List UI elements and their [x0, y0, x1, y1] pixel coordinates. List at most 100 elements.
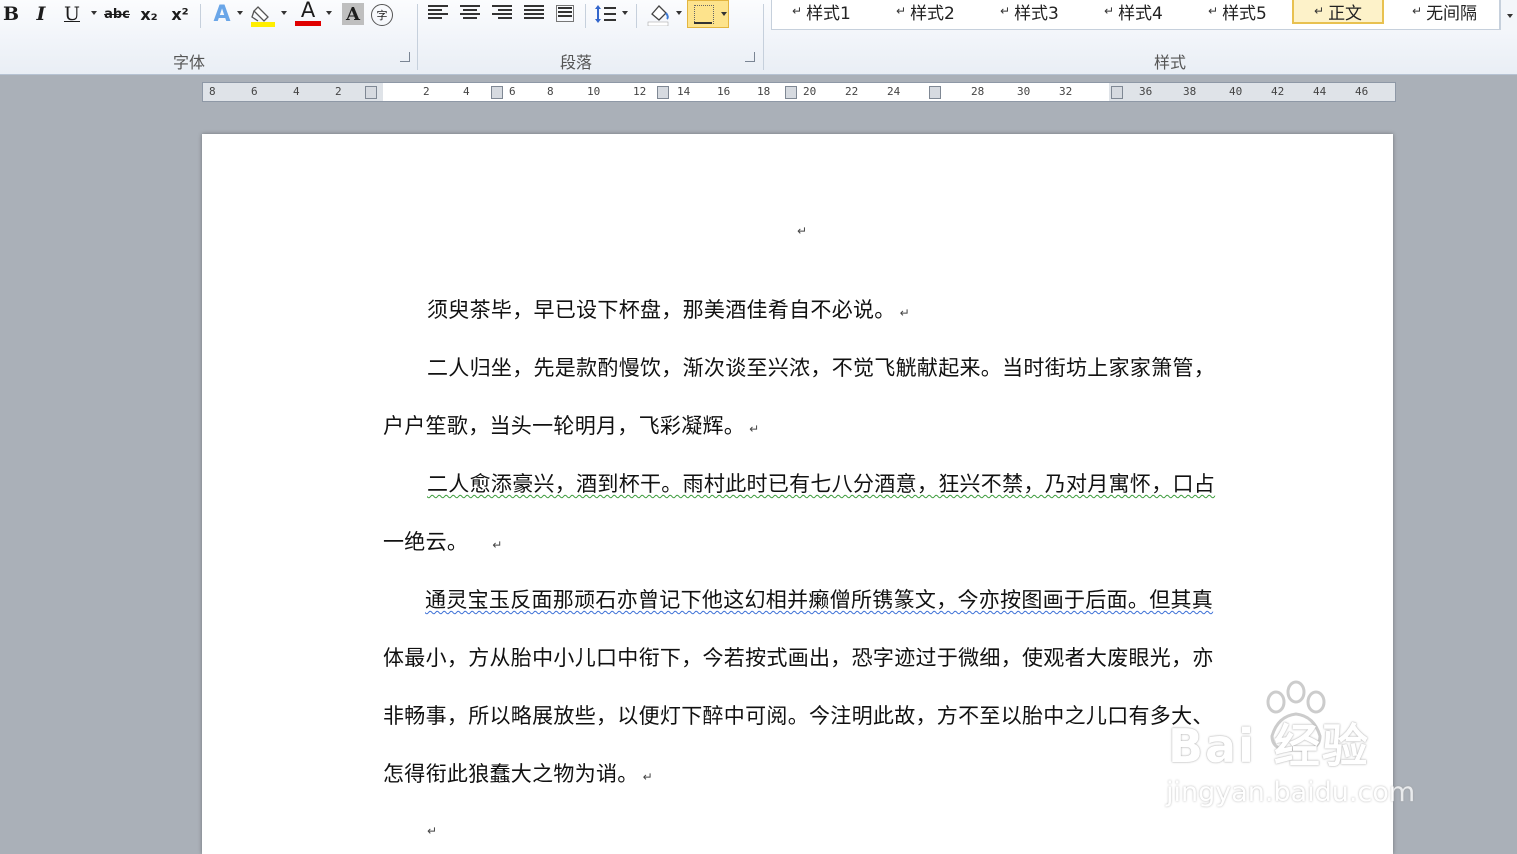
- ruler-number: 28: [971, 85, 985, 98]
- text-line[interactable]: 体最小，方从胎中小儿口中衔下，今若按式画出，恐字迹过于微细，使观者大废眼光，亦: [383, 642, 1214, 672]
- ruler-column-marker[interactable]: [491, 86, 503, 99]
- font-color-letter: A: [300, 0, 316, 22]
- bold-button[interactable]: B: [2, 2, 20, 26]
- text-line[interactable]: 二人愈添豪兴，酒到杯干。雨村此时已有七八分酒意，狂兴不禁，乃对月寓怀，口占: [427, 468, 1215, 498]
- enclose-char-button[interactable]: 字: [371, 4, 393, 26]
- text-effects-button[interactable]: A: [210, 2, 234, 27]
- pilcrow-icon: ↵: [1104, 4, 1115, 18]
- watermark-url: jingyan.baidu.com: [1166, 777, 1416, 808]
- ruler-number: 42: [1271, 85, 1285, 98]
- ruler-number: 32: [1059, 85, 1073, 98]
- text-line-content: 怎得衔此狼蠢大之物为诮。: [383, 762, 639, 786]
- underline-button[interactable]: U: [62, 2, 82, 26]
- divider: [417, 4, 418, 70]
- horizontal-ruler[interactable]: 8 6 4 2 2 4 6 8 10 12 14 16 18 20 22 24 …: [202, 82, 1396, 102]
- highlight-button[interactable]: [250, 3, 276, 27]
- font-color-button[interactable]: A: [295, 0, 321, 27]
- style-item-3[interactable]: ↵ 样式3: [1000, 0, 1059, 24]
- ruler-column-marker[interactable]: [785, 86, 797, 99]
- ruler-number: 40: [1229, 85, 1243, 98]
- paragraph-mark: ↵: [797, 224, 808, 238]
- line-spacing-icon: [595, 5, 616, 23]
- styles-group-label: 样式: [1154, 53, 1187, 72]
- watermark-logo-text: Bai 经验: [1168, 719, 1370, 773]
- pilcrow-icon: ↵: [1412, 4, 1423, 18]
- text-line[interactable]: 怎得衔此狼蠢大之物为诮。 ↵: [383, 758, 653, 788]
- shading-button[interactable]: [646, 2, 672, 27]
- ruler-number: 14: [677, 85, 691, 98]
- style-item-label: 样式3: [1014, 3, 1059, 24]
- text-line[interactable]: 须臾茶毕，早已设下杯盘，那美酒佳肴自不必说。 ↵: [427, 294, 910, 324]
- ruler-number: 24: [887, 85, 901, 98]
- ruler-number: 8: [209, 85, 216, 98]
- style-item-no-spacing[interactable]: ↵ 无间隔: [1412, 0, 1477, 24]
- highlighter-icon: [251, 6, 275, 27]
- text-line[interactable]: 一绝云。 ↵: [383, 526, 503, 556]
- text-line-content: 体最小，方从胎中小儿口中衔下，今若按式画出，恐字迹过于微细，使观者大废眼光，亦: [383, 646, 1214, 670]
- highlight-dropdown-icon[interactable]: [281, 11, 287, 15]
- pilcrow-icon: ↵: [896, 4, 907, 18]
- text-line[interactable]: 非畅事，所以略展放些，以便灯下醉中可阅。今注明此故，方不至以胎中之儿口有多大、: [383, 700, 1214, 730]
- paragraph-mark: ↵: [427, 824, 438, 838]
- style-item-label: 样式2: [910, 3, 955, 24]
- char-shading-button[interactable]: A: [342, 3, 364, 25]
- distribute-icon[interactable]: [556, 5, 574, 22]
- style-item-label: 正文: [1328, 3, 1363, 24]
- italic-button[interactable]: I: [32, 2, 50, 26]
- chevron-down-icon[interactable]: [1507, 14, 1513, 18]
- ruler-column-marker[interactable]: [929, 86, 941, 99]
- style-item-4[interactable]: ↵ 样式4: [1104, 0, 1163, 24]
- ruler-number: 38: [1183, 85, 1197, 98]
- line-spacing-button[interactable]: [594, 3, 618, 25]
- pilcrow-icon: ↵: [792, 4, 803, 18]
- justify-icon[interactable]: [524, 5, 544, 22]
- subscript-button[interactable]: x₂: [138, 2, 160, 26]
- text-line-content: 户户笙歌，当头一轮明月，飞彩凝辉。: [383, 414, 746, 438]
- ruler-number: 2: [423, 85, 430, 98]
- text-effects-dropdown-icon[interactable]: [237, 11, 243, 15]
- font-color-dropdown-icon[interactable]: [326, 11, 332, 15]
- text-line[interactable]: 户户笙歌，当头一轮明月，飞彩凝辉。 ↵: [383, 410, 759, 440]
- text-line-content: 非畅事，所以略展放些，以便灯下醉中可阅。今注明此故，方不至以胎中之儿口有多大、: [383, 704, 1214, 728]
- align-left-icon[interactable]: [428, 5, 448, 22]
- borders-dropdown-icon[interactable]: [721, 12, 727, 16]
- text-line-content: 须臾茶毕，早已设下杯盘，那美酒佳肴自不必说。: [427, 298, 896, 322]
- underline-dropdown-icon[interactable]: [91, 11, 97, 15]
- borders-button[interactable]: [687, 0, 729, 28]
- ruler-column-marker[interactable]: [1111, 86, 1123, 99]
- ruler-number: 4: [293, 85, 300, 98]
- align-right-icon[interactable]: [492, 5, 512, 22]
- divider: [200, 4, 201, 28]
- strikethrough-button[interactable]: abc: [104, 2, 130, 26]
- pilcrow-icon: ↵: [1314, 4, 1325, 18]
- ruler-column-marker[interactable]: [365, 86, 377, 99]
- ruler-number: 30: [1017, 85, 1031, 98]
- line-spacing-dropdown-icon[interactable]: [622, 11, 628, 15]
- text-line[interactable]: 通灵宝玉反面那顽石亦曾记下他这幻相并癞僧所镌篆文，今亦按图画于后面。但其真: [425, 584, 1213, 614]
- ruler-number: 18: [757, 85, 771, 98]
- align-center-icon[interactable]: [460, 5, 480, 22]
- style-item-normal[interactable]: ↵ 正文: [1292, 0, 1385, 24]
- pilcrow-icon: ↵: [1208, 4, 1219, 18]
- ruler-number: 2: [335, 85, 342, 98]
- styles-gallery-scroll[interactable]: [1500, 0, 1517, 30]
- style-item-1[interactable]: ↵ 样式1: [792, 0, 851, 24]
- superscript-button[interactable]: x²: [169, 2, 191, 26]
- pilcrow-icon: ↵: [1000, 4, 1011, 18]
- ruler-column-marker[interactable]: [657, 86, 669, 99]
- style-item-5[interactable]: ↵ 样式5: [1208, 0, 1267, 24]
- style-item-2[interactable]: ↵ 样式2: [896, 0, 955, 24]
- style-item-label: 样式1: [806, 3, 851, 24]
- paragraph-mark: ↵: [899, 306, 910, 320]
- font-group-label: 字体: [173, 53, 206, 72]
- shading-dropdown-icon[interactable]: [676, 11, 682, 15]
- baidu-jingyan-watermark: Bai 经验 jingyan.baidu.com: [1160, 680, 1450, 810]
- font-dialog-launcher-icon[interactable]: [400, 52, 410, 62]
- divider: [763, 4, 764, 70]
- paragraph-dialog-launcher-icon[interactable]: [745, 52, 755, 62]
- paragraph-mark: ↵: [642, 770, 653, 784]
- text-line[interactable]: 二人归坐，先是款酌慢饮，渐次谈至兴浓，不觉飞觥献起来。当时街坊上家家箫管，: [427, 352, 1215, 382]
- ribbon: B I U abc x₂ x² A A A 字 字体 段落 ↵ 样式1 ↵ 样式…: [0, 0, 1517, 75]
- paint-bucket-icon: [647, 5, 669, 27]
- paragraph-mark: ↵: [749, 422, 760, 436]
